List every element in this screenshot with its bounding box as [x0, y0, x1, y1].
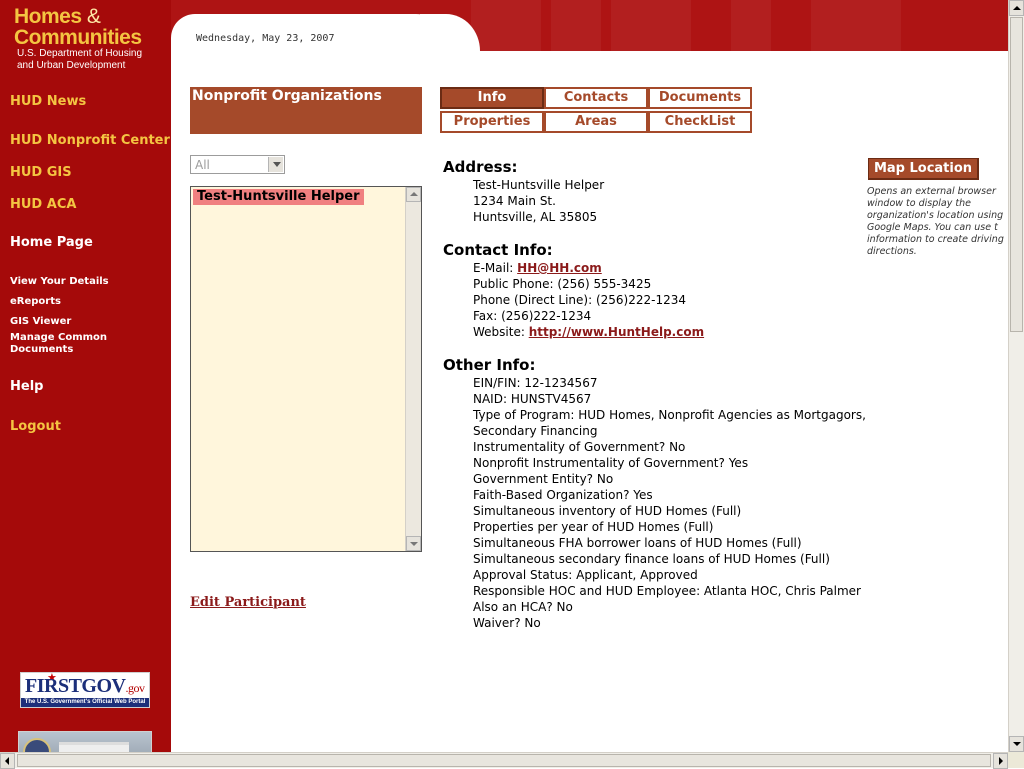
logo-title-homes: Homes &	[14, 5, 101, 28]
contact-fax: Fax: (256)222-1234	[473, 309, 592, 323]
other-info-line: Secondary Financing	[473, 424, 598, 438]
tab-properties[interactable]: Properties	[440, 111, 544, 133]
contact-direct-phone: Phone (Direct Line): (256)222-1234	[473, 293, 686, 307]
logo-title-communities: Communities	[14, 26, 142, 49]
contact-email-row: E-Mail: HH@HH.com	[473, 261, 602, 275]
tab-areas[interactable]: Areas	[544, 111, 648, 133]
nav-manage-common-documents[interactable]: Manage Common Documents	[10, 332, 107, 356]
contact-heading: Contact Info:	[443, 241, 553, 259]
map-location-note: Opens an external browser window to disp…	[867, 186, 1004, 257]
address-name: Test-Huntsville Helper	[473, 178, 605, 192]
current-date: Wednesday, May 23, 2007	[196, 33, 335, 44]
building-image	[59, 742, 129, 752]
vertical-scrollbar[interactable]	[1008, 0, 1024, 752]
address-street: 1234 Main St.	[473, 194, 556, 208]
other-info-line: Simultaneous secondary finance loans of …	[473, 552, 830, 566]
website-link[interactable]: http://www.HuntHelp.com	[529, 325, 704, 339]
chevron-down-icon[interactable]	[268, 157, 283, 172]
contact-public-phone: Public Phone: (256) 555-3425	[473, 277, 652, 291]
scroll-up-icon[interactable]	[1009, 0, 1024, 16]
scrollbar-corner	[1008, 752, 1024, 768]
other-info-line: Faith-Based Organization? Yes	[473, 488, 653, 502]
tab-info[interactable]: Info	[440, 87, 544, 109]
address-heading: Address:	[443, 158, 518, 176]
address-city: Huntsville, AL 35805	[473, 210, 598, 224]
nav-hud-aca[interactable]: HUD ACA	[10, 197, 76, 212]
map-location-button[interactable]: Map Location	[868, 158, 979, 180]
other-info-line: Simultaneous inventory of HUD Homes (Ful…	[473, 504, 742, 518]
other-info-line: Simultaneous FHA borrower loans of HUD H…	[473, 536, 802, 550]
tab-documents[interactable]: Documents	[648, 87, 752, 109]
contact-website-row: Website: http://www.HuntHelp.com	[473, 325, 705, 339]
org-title-box: Nonprofit Organizations	[190, 87, 422, 134]
whitehouse-banner[interactable]	[18, 731, 152, 752]
logo-subtitle: U.S. Department of Housing and Urban Dev…	[17, 48, 143, 71]
edit-participant-link[interactable]: Edit Participant	[190, 595, 306, 610]
firstgov-logo[interactable]: ★ FIRSTGOV.gov The U.S. Government's Off…	[20, 671, 150, 708]
list-item[interactable]: Test-Huntsville Helper	[193, 189, 364, 205]
tab-checklist[interactable]: CheckList	[648, 111, 752, 133]
nav-ereports[interactable]: eReports	[10, 296, 61, 308]
listbox-scrollbar[interactable]	[405, 187, 421, 551]
vertical-scroll-thumb[interactable]	[1010, 17, 1023, 332]
nav-hud-nonprofit-center[interactable]: HUD Nonprofit Center	[10, 133, 170, 148]
horizontal-scroll-thumb[interactable]	[17, 754, 991, 767]
nav-help[interactable]: Help	[10, 379, 43, 394]
other-info-line: Responsible HOC and HUD Employee: Atlant…	[473, 584, 861, 598]
other-info-line: NAID: HUNSTV4567	[473, 392, 592, 406]
nav-hud-gis[interactable]: HUD GIS	[10, 165, 72, 180]
nav-gis-viewer[interactable]: GIS Viewer	[10, 316, 71, 328]
horizontal-scrollbar[interactable]	[0, 752, 1008, 769]
nav-view-your-details[interactable]: View Your Details	[10, 276, 109, 288]
nav-hud-news[interactable]: HUD News	[10, 94, 86, 109]
scroll-right-icon[interactable]	[993, 753, 1008, 769]
other-info-line: Type of Program: HUD Homes, Nonprofit Ag…	[473, 408, 866, 422]
nav-logout[interactable]: Logout	[10, 419, 61, 434]
org-filter-select[interactable]: All	[190, 155, 285, 174]
scroll-down-icon[interactable]	[406, 536, 421, 551]
org-listbox[interactable]: Test-Huntsville Helper	[190, 186, 422, 552]
other-info-line: Properties per year of HUD Homes (Full)	[473, 520, 714, 534]
other-info-line: Waiver? No	[473, 616, 541, 630]
page-title: Nonprofit Organizations	[192, 88, 382, 104]
other-info-line: Approval Status: Applicant, Approved	[473, 568, 698, 582]
other-info-line: Nonprofit Instrumentality of Government?…	[473, 456, 749, 470]
other-info-line: EIN/FIN: 12-1234567	[473, 376, 598, 390]
email-link[interactable]: HH@HH.com	[517, 261, 602, 275]
seal-icon	[23, 738, 51, 752]
other-info-heading: Other Info:	[443, 356, 536, 374]
other-info-line: Instrumentality of Government? No	[473, 440, 686, 454]
sidebar: Homes & Communities U.S. Department of H…	[0, 0, 171, 752]
hud-logo[interactable]: Homes & Communities U.S. Department of H…	[0, 0, 171, 74]
scroll-down-icon[interactable]	[1009, 736, 1024, 752]
nav-home-page[interactable]: Home Page	[10, 235, 93, 250]
scroll-left-icon[interactable]	[0, 753, 15, 769]
other-info-line: Government Entity? No	[473, 472, 614, 486]
tab-contacts[interactable]: Contacts	[544, 87, 648, 109]
scroll-up-icon[interactable]	[406, 187, 421, 202]
other-info-line: Also an HCA? No	[473, 600, 573, 614]
